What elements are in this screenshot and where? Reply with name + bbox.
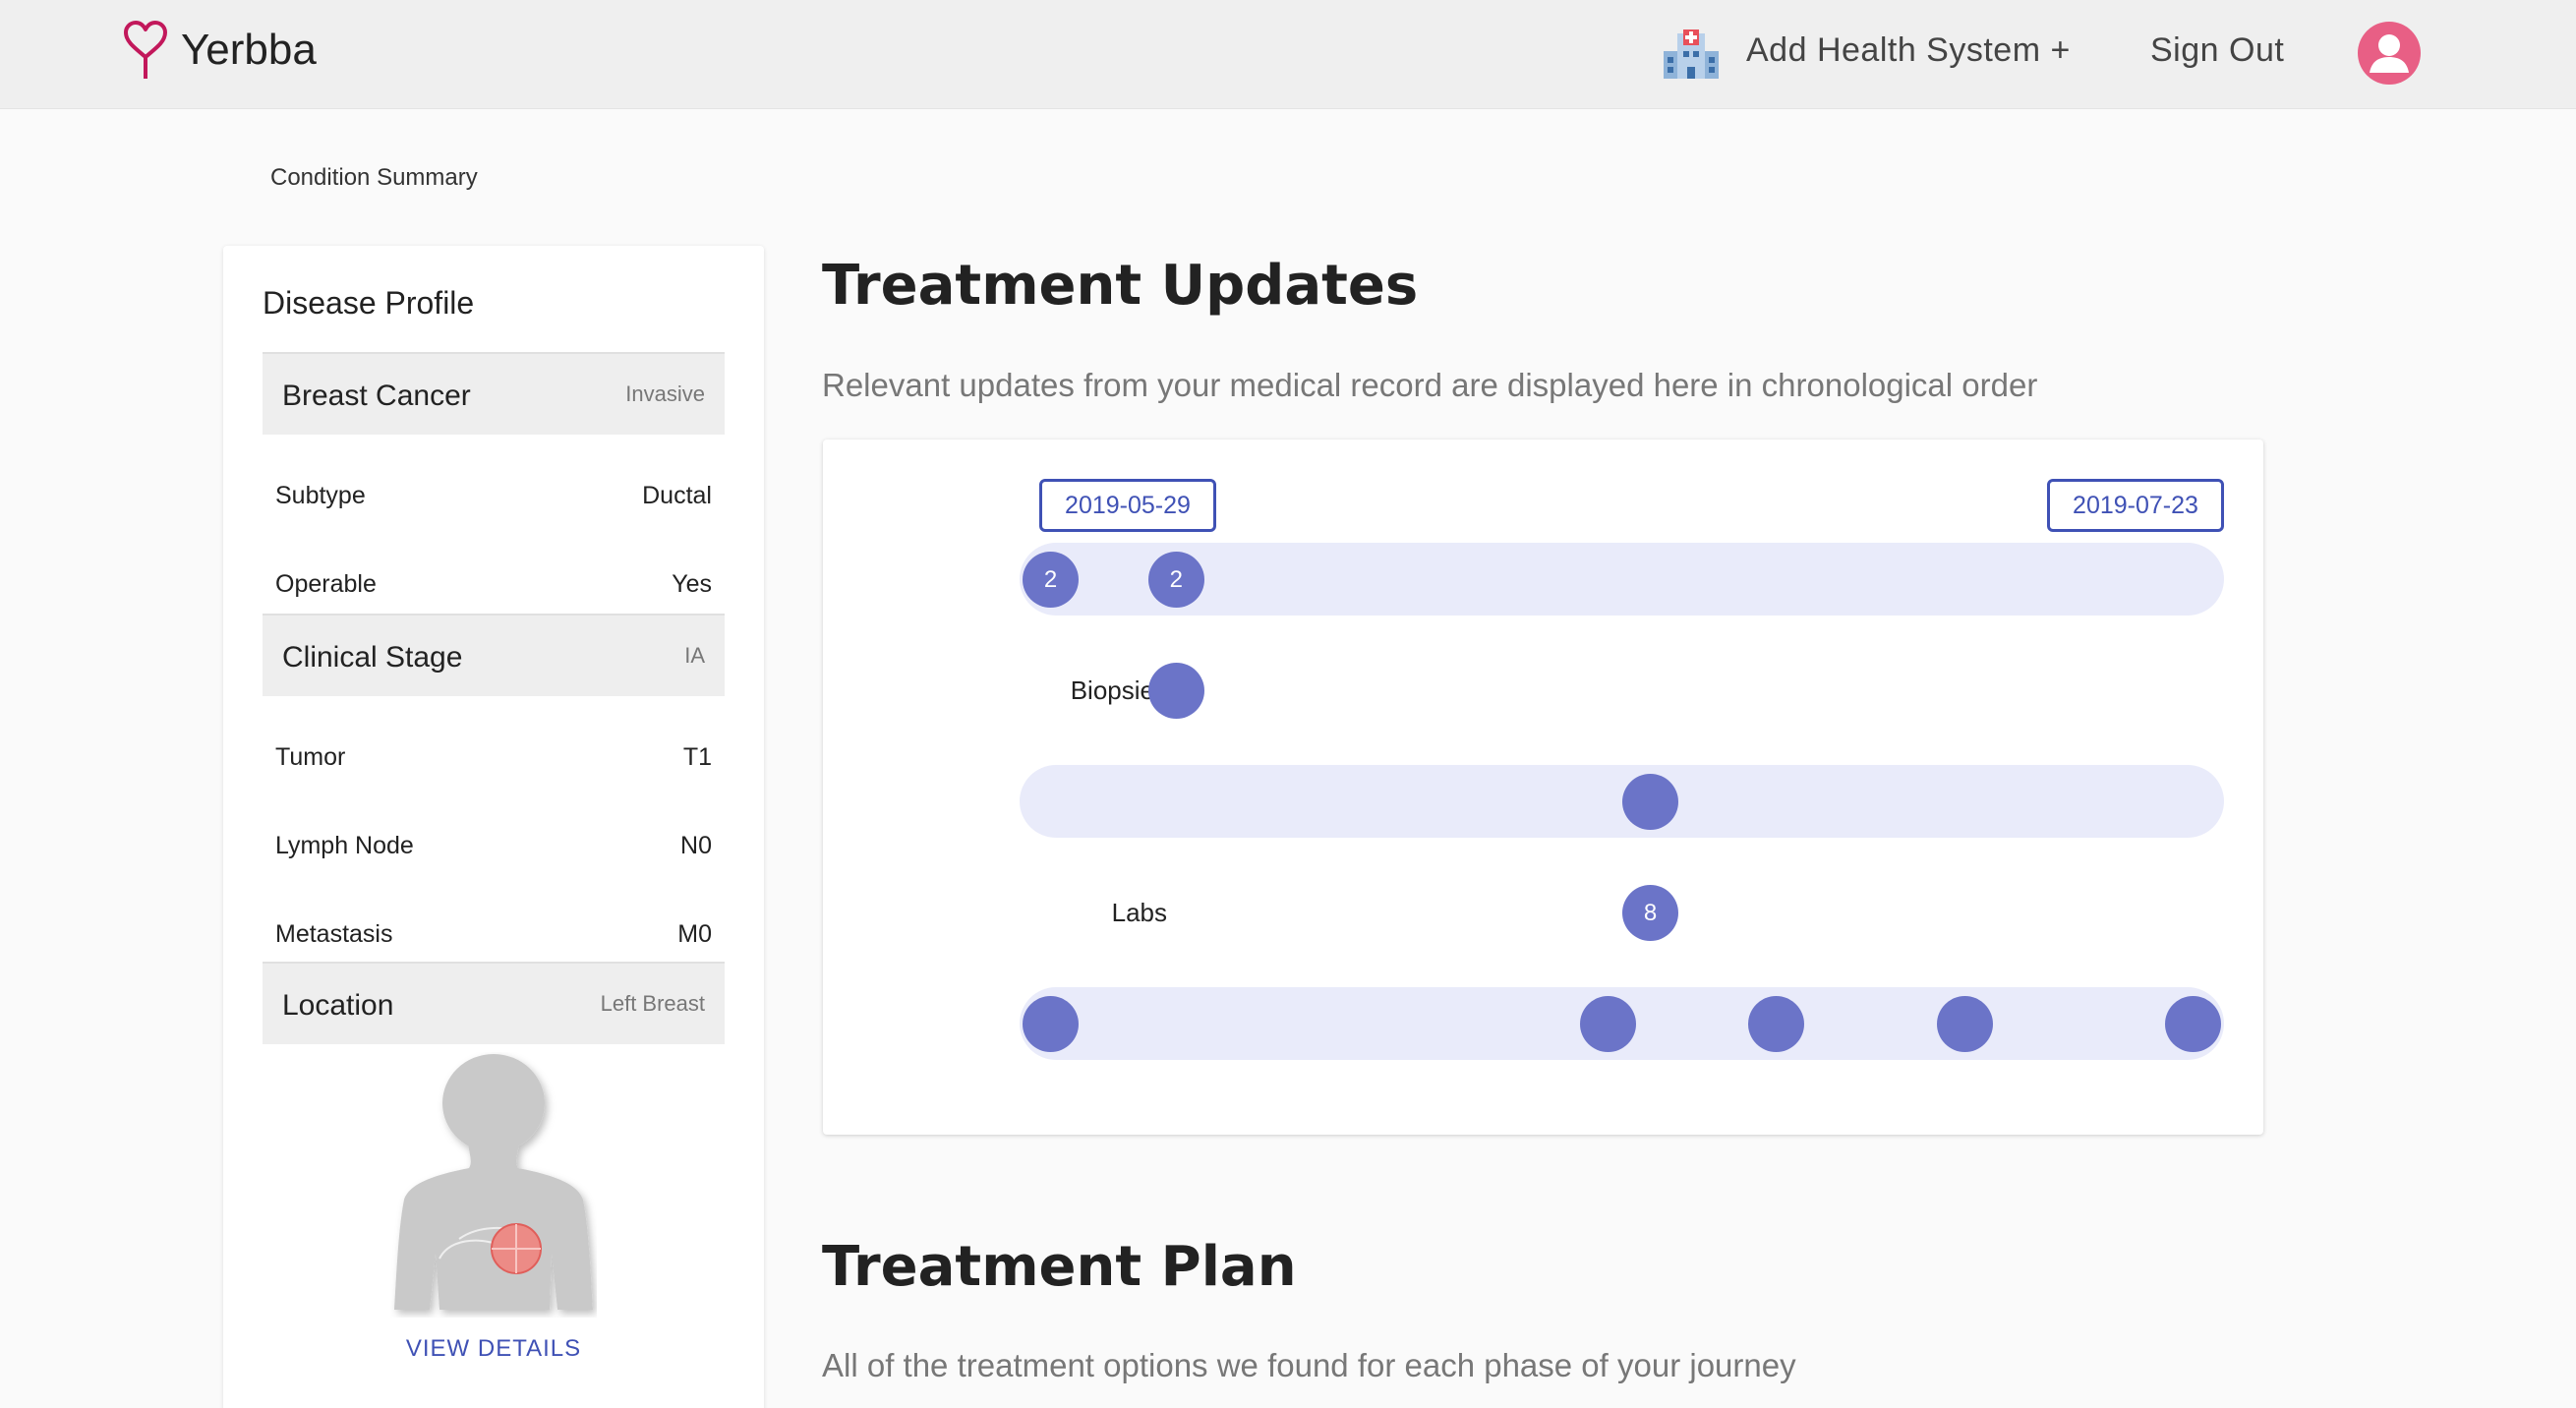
timeline-start-date: 2019-05-29 [1039,479,1216,532]
timeline-end-date: 2019-07-23 [2047,479,2224,532]
profile-row-breast-cancer: Breast Cancer Invasive [263,352,725,435]
hospital-icon[interactable] [1662,28,1721,81]
profile-row-label: Clinical Stage [282,641,463,674]
profile-row-label: Location [282,989,394,1022]
profile-row-tumor: Tumor T1 [263,714,725,802]
timeline-event-dot[interactable]: 2 [1023,551,1079,608]
treatment-updates-title: Treatment Updates [822,254,1419,318]
profile-row-label: Lymph Node [275,832,414,859]
profile-row-clinical-stage: Clinical Stage IA [263,614,725,696]
profile-row-label: Subtype [275,482,366,509]
disease-profile-title: Disease Profile [263,285,475,321]
brand-logo[interactable]: Yerbba [120,20,317,81]
view-details-link[interactable]: VIEW DETAILS [223,1335,764,1363]
timeline-event-dot[interactable]: 8 [1622,884,1679,941]
body-figure-illustration [394,1054,593,1310]
profile-row-location: Location Left Breast [263,962,725,1044]
treatment-plan-subtitle: All of the treatment options we found fo… [822,1347,1796,1383]
profile-row-label: Tumor [275,743,346,771]
profile-row-label: Metastasis [275,920,393,948]
profile-row-value: Yes [672,570,712,598]
treatment-timeline-card: 2019-05-29 2019-07-23 Radiology22Biopsie… [823,440,2263,1135]
timeline-event-dot[interactable] [1622,773,1679,830]
timeline-event-dot[interactable] [1023,995,1079,1052]
profile-row-subtype: Subtype Ductal [263,452,725,541]
profile-row-label: Breast Cancer [282,380,471,412]
timeline-event-dot[interactable] [1747,995,1804,1052]
breadcrumb: Condition Summary [270,164,478,191]
profile-row-value: N0 [680,832,712,859]
profile-row-value: M0 [677,920,712,948]
user-icon [2370,34,2409,73]
timeline-event-dot[interactable] [1147,662,1204,719]
brand-name: Yerbba [181,26,317,74]
sign-out-button[interactable]: Sign Out [2150,31,2284,70]
disease-profile-card: Disease Profile Breast Cancer Invasive S… [223,246,764,1408]
heart-balloon-icon [124,21,167,79]
treatment-updates-subtitle: Relevant updates from your medical recor… [822,367,2038,403]
treatment-plan-title: Treatment Plan [822,1235,1297,1299]
timeline-event-dot[interactable] [1580,995,1637,1052]
profile-row-label: Operable [275,570,377,598]
profile-row-value: Invasive [625,381,705,406]
profile-row-value: Ductal [642,482,712,509]
user-avatar[interactable] [2358,22,2421,85]
profile-row-lymph-node: Lymph Node N0 [263,802,725,891]
profile-row-value: T1 [682,743,712,771]
add-health-system-button[interactable]: Add Health System + [1746,31,2071,70]
timeline-event-dot[interactable]: 2 [1147,551,1204,608]
timeline-event-dot[interactable] [2165,995,2221,1052]
top-navigation-bar: Yerbba Add Health System + Sign Out [0,0,2576,109]
profile-row-value: IA [684,643,705,668]
profile-row-value: Left Breast [600,991,705,1016]
timeline-event-dot[interactable] [1936,995,1993,1052]
